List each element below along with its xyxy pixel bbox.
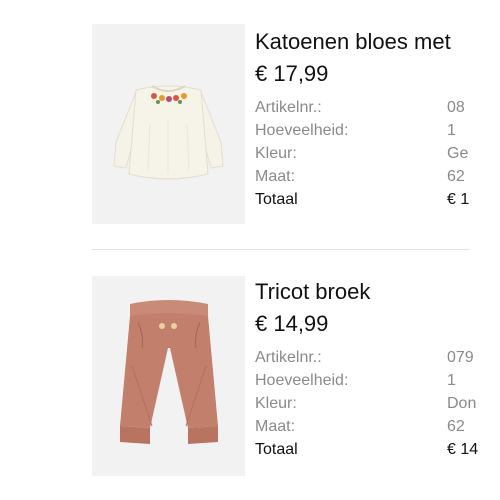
product-details: Artikelnr.: 079 Hoeveelheid: 1 Kleur: Do… xyxy=(255,346,500,461)
size-label: Maat: xyxy=(255,168,296,185)
product-title[interactable]: Katoenen bloes met xyxy=(255,29,451,55)
product-image[interactable] xyxy=(92,276,245,476)
article-label: Artikelnr.: xyxy=(255,99,322,116)
total-value: € 1 xyxy=(447,191,470,208)
blouse-image xyxy=(92,24,245,224)
order-item: Tricot broek € 14,99 Artikelnr.: 079 Hoe… xyxy=(0,250,500,500)
total-value: € 14 xyxy=(447,441,479,458)
article-label: Artikelnr.: xyxy=(255,349,322,366)
quantity-label: Hoeveelheid: xyxy=(255,372,349,389)
order-item: Katoenen bloes met € 17,99 Artikelnr.: 0… xyxy=(0,0,500,250)
total-label: Totaal xyxy=(255,191,298,208)
size-value: 62 xyxy=(447,168,465,185)
product-title[interactable]: Tricot broek xyxy=(255,279,370,305)
size-label: Maat: xyxy=(255,418,296,435)
detail-row-quantity: Hoeveelheid: 1 xyxy=(255,369,500,392)
quantity-label: Hoeveelheid: xyxy=(255,122,349,139)
detail-row-color: Kleur: Don xyxy=(255,392,500,415)
detail-row-size: Maat: 62 xyxy=(255,415,500,438)
detail-row-quantity: Hoeveelheid: 1 xyxy=(255,119,500,142)
quantity-value: 1 xyxy=(447,372,456,389)
product-price: € 17,99 xyxy=(255,61,329,86)
detail-row-total: Totaal € 1 xyxy=(255,188,500,211)
detail-row-color: Kleur: Ge xyxy=(255,142,500,165)
color-label: Kleur: xyxy=(255,145,297,162)
article-value: 079 xyxy=(447,349,474,366)
color-value: Don xyxy=(447,395,477,412)
size-value: 62 xyxy=(447,418,465,435)
color-value: Ge xyxy=(447,145,469,162)
product-image[interactable] xyxy=(92,24,245,224)
detail-row-size: Maat: 62 xyxy=(255,165,500,188)
order-items-page: Katoenen bloes met € 17,99 Artikelnr.: 0… xyxy=(0,0,500,500)
color-label: Kleur: xyxy=(255,395,297,412)
total-label: Totaal xyxy=(255,441,298,458)
product-details: Artikelnr.: 08 Hoeveelheid: 1 Kleur: Ge … xyxy=(255,96,500,211)
article-value: 08 xyxy=(447,99,465,116)
detail-row-total: Totaal € 14 xyxy=(255,438,500,461)
detail-row-article: Artikelnr.: 079 xyxy=(255,346,500,369)
quantity-value: 1 xyxy=(447,122,456,139)
trousers-image xyxy=(92,276,245,476)
detail-row-article: Artikelnr.: 08 xyxy=(255,96,500,119)
product-price: € 14,99 xyxy=(255,311,329,336)
